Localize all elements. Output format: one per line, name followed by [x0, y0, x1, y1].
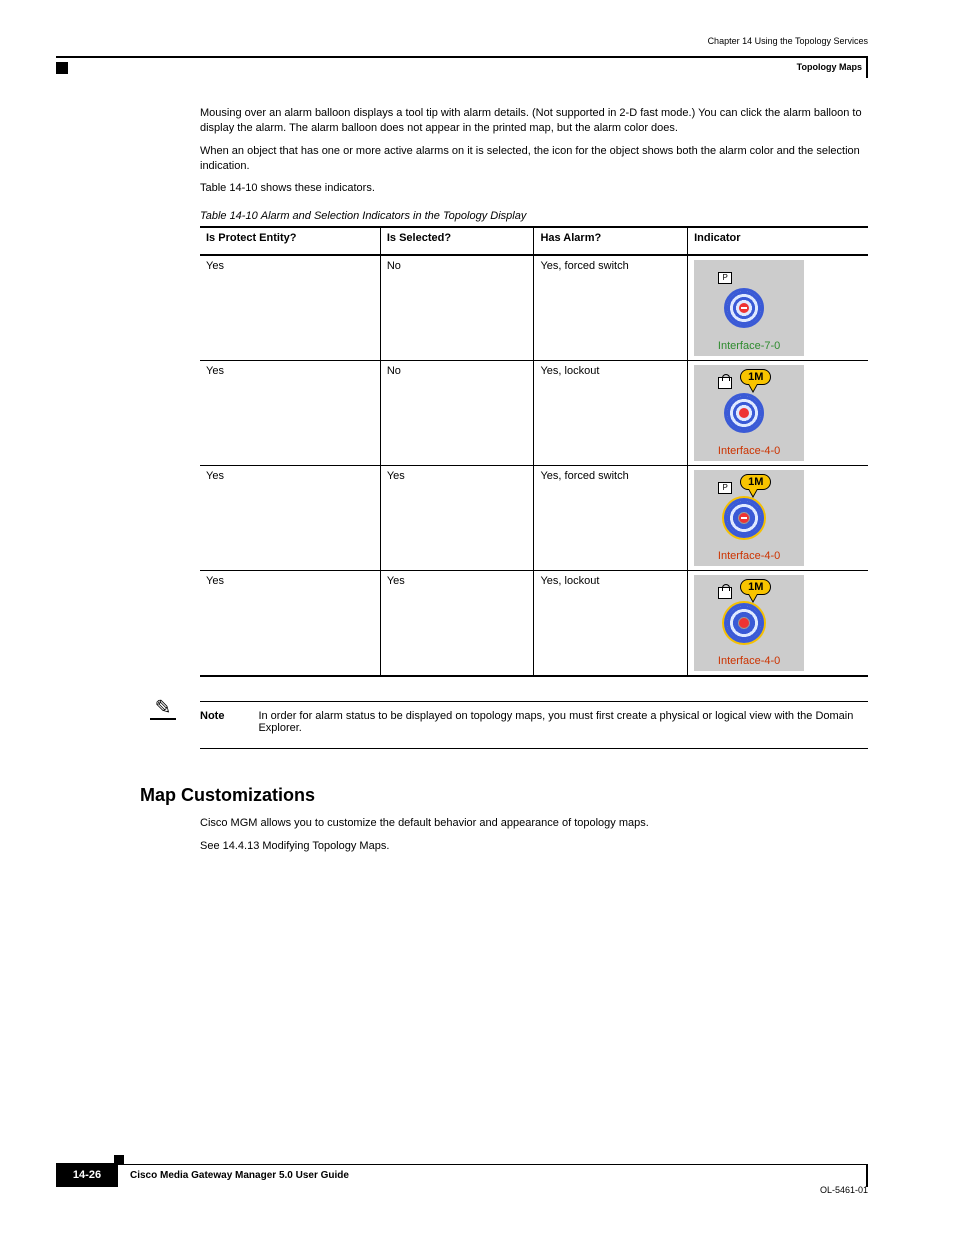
footer-book-title: Cisco Media Gateway Manager 5.0 User Gui… — [130, 1170, 349, 1181]
alarm-bubble-icon: 1M — [740, 579, 771, 595]
indicators-table: Is Protect Entity? Is Selected? Has Alar… — [200, 226, 868, 677]
interface-label: Interface-4-0 — [694, 445, 804, 457]
target-ring-icon — [724, 288, 764, 328]
intro-para-1: Mousing over an alarm balloon displays a… — [200, 106, 868, 136]
table-caption-number: Table 14-10 — [200, 210, 258, 222]
alarm-bubble-icon: 1M — [740, 474, 771, 490]
table-cell: Yes, lockout — [534, 361, 688, 466]
section-para-2: See 14.4.13 Modifying Topology Maps. — [200, 839, 868, 854]
intro-para-3: Table 14-10 shows these indicators. — [200, 181, 868, 196]
table-caption-title: Alarm and Selection Indicators in the To… — [261, 210, 527, 222]
table-cell: Yes — [200, 466, 380, 571]
table-caption: Table 14-10 Alarm and Selection Indicato… — [200, 210, 868, 222]
table-cell: Yes — [200, 571, 380, 677]
interface-label: Interface-4-0 — [694, 655, 804, 667]
content-column: Mousing over an alarm balloon displays a… — [200, 106, 868, 862]
ring-center — [739, 618, 749, 628]
table-cell: Yes — [380, 571, 534, 677]
page: Chapter 14 Using the Topology Services T… — [0, 0, 954, 1235]
header-right-line — [866, 56, 868, 78]
interface-icon: P Interface-7-0 — [694, 260, 804, 356]
table-cell: Yes, forced switch — [534, 466, 688, 571]
alarm-bubble-icon: 1M — [740, 369, 771, 385]
lock-icon — [718, 377, 732, 389]
section-para-2-b: . — [386, 840, 389, 852]
header-square — [56, 62, 68, 74]
target-ring-icon — [724, 498, 764, 538]
interface-icon: P 1M Interface-4-0 — [694, 470, 804, 566]
ring-center — [739, 303, 749, 313]
header-rule — [56, 56, 868, 58]
th-selected: Is Selected? — [380, 227, 534, 255]
footer-right-line — [866, 1165, 868, 1187]
interface-label: Interface-7-0 — [694, 340, 804, 352]
intro-para-2: When an object that has one or more acti… — [200, 144, 868, 174]
table-header-row: Is Protect Entity? Is Selected? Has Alar… — [200, 227, 868, 255]
intro-para-3-tail: shows these indicators. — [258, 182, 375, 194]
table-row: YesYesYes, lockout1MInterface-4-0 — [200, 571, 868, 677]
running-head-section: Topology Maps — [797, 62, 862, 72]
note-text: In order for alarm status to be displaye… — [258, 710, 868, 734]
indicator-cell: 1M Interface-4-0 — [688, 361, 868, 466]
note-row: Note In order for alarm status to be dis… — [200, 701, 868, 749]
table-cell: Yes — [200, 255, 380, 361]
footer-ol-tag: OL-5461-01 — [820, 1185, 868, 1195]
table-cell: Yes — [200, 361, 380, 466]
note-block: ✎ Note In order for alarm status to be d… — [200, 701, 868, 749]
note-icon-wrap: ✎ — [150, 695, 176, 720]
indicator-cell: P 1M Interface-4-0 — [688, 466, 868, 571]
running-head-chapter: Chapter 14 Using the Topology Services — [708, 36, 868, 46]
section-para-2-a: See — [200, 840, 223, 852]
interface-icon: 1M Interface-4-0 — [694, 575, 804, 671]
table-row: YesYesYes, forced switchP1MInterface-4-0 — [200, 466, 868, 571]
protect-badge-icon: P — [718, 272, 732, 284]
table-cell: Yes, forced switch — [534, 255, 688, 361]
table-row: YesNoYes, lockout 1M Interface-4-0 — [200, 361, 868, 466]
lock-icon — [718, 587, 732, 599]
footer-rule — [86, 1164, 868, 1165]
th-alarm: Has Alarm? — [534, 227, 688, 255]
indicator-cell: 1M Interface-4-0 — [688, 571, 868, 677]
interface-label: Interface-4-0 — [694, 550, 804, 562]
target-ring-icon — [724, 393, 764, 433]
section-heading: Map Customizations — [140, 785, 868, 806]
table-cell: No — [380, 361, 534, 466]
table-ref-link[interactable]: Table 14-10 — [200, 182, 258, 194]
footer-page-number: 14-26 — [56, 1163, 118, 1187]
th-indicator: Indicator — [688, 227, 868, 255]
table-cell: No — [380, 255, 534, 361]
interface-icon: 1M Interface-4-0 — [694, 365, 804, 461]
target-ring-icon — [724, 603, 764, 643]
ring-center — [739, 408, 749, 418]
section-para-1: Cisco MGM allows you to customize the de… — [200, 816, 868, 831]
note-label: Note — [200, 710, 224, 734]
table-row: YesNoYes, forced switch P Interface-7-0 — [200, 255, 868, 361]
protect-badge-icon: P — [718, 482, 732, 494]
indicator-cell: P Interface-7-0 — [688, 255, 868, 361]
table-cell: Yes — [380, 466, 534, 571]
ring-center — [739, 513, 749, 523]
th-protect: Is Protect Entity? — [200, 227, 380, 255]
section-para-2-link[interactable]: 14.4.13 Modifying Topology Maps — [223, 840, 387, 852]
table-cell: Yes, lockout — [534, 571, 688, 677]
pencil-icon: ✎ — [150, 695, 176, 720]
